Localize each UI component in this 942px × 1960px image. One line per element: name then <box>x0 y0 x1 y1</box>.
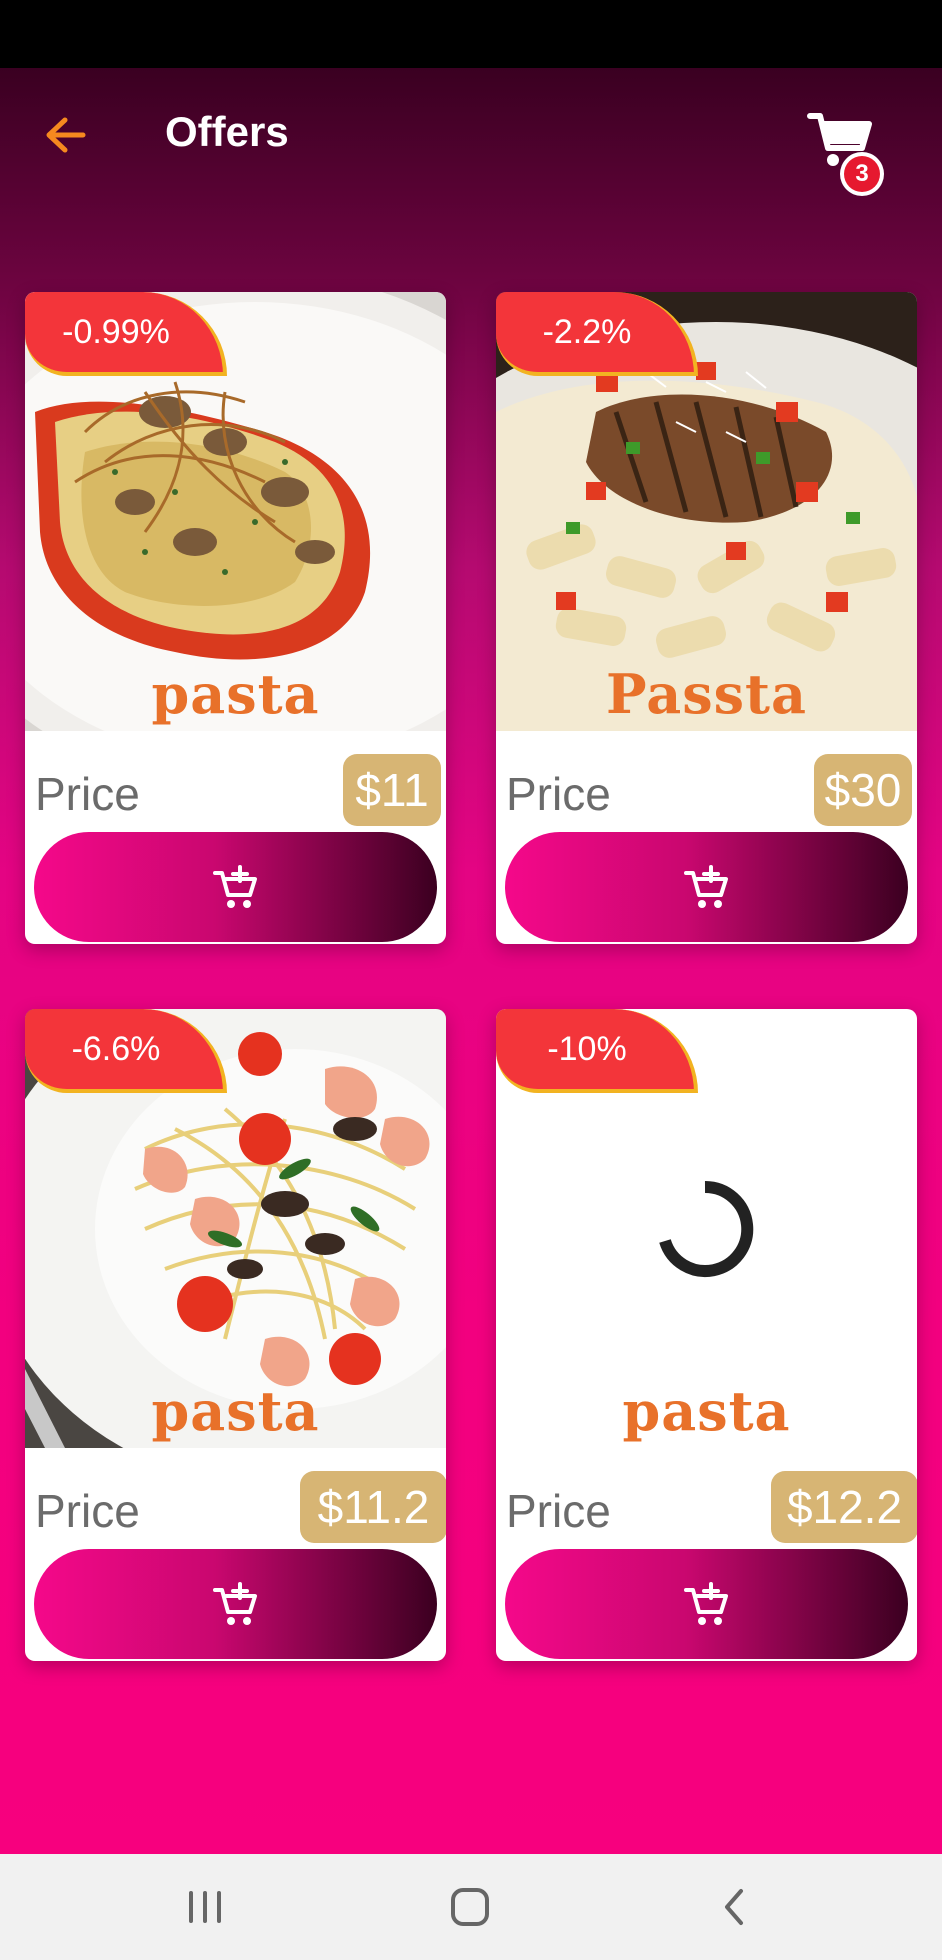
back-chevron-icon <box>725 1889 743 1925</box>
add-to-cart-icon <box>683 1582 728 1625</box>
add-to-cart-button[interactable] <box>34 832 437 942</box>
brand-label: Passta <box>606 662 807 726</box>
page-title: Offers <box>165 108 289 155</box>
add-to-cart-button[interactable] <box>505 1549 908 1659</box>
brand-label: pasta <box>151 662 320 726</box>
add-to-cart-icon <box>683 865 728 908</box>
price-label: Price <box>506 1485 611 1537</box>
price-label: Price <box>506 768 611 820</box>
cart-count: 3 <box>844 156 880 192</box>
home-button[interactable] <box>440 1882 500 1932</box>
price-value: $12.2 <box>771 1471 917 1543</box>
price-value: $11 <box>343 754 441 826</box>
brand-label: pasta <box>622 1379 791 1443</box>
price-value: $11.2 <box>300 1471 446 1543</box>
add-to-cart-button[interactable] <box>34 1549 437 1659</box>
loading-spinner <box>659 1180 754 1277</box>
offer-card[interactable]: -2.2% Passta Price $30 <box>496 292 917 944</box>
add-to-cart-icon <box>212 865 257 908</box>
status-bar <box>0 0 942 68</box>
price-label: Price <box>35 768 140 820</box>
recent-apps-button[interactable] <box>175 1882 235 1932</box>
system-navigation-bar <box>0 1854 942 1960</box>
offer-card[interactable]: -6.6% pasta Price $11.2 <box>25 1009 446 1661</box>
offers-screen: Offers 3 -0.99% pasta Price $11 -2.2% Pa… <box>0 68 942 1854</box>
brand-label: pasta <box>151 1379 320 1443</box>
offer-card[interactable]: -0.99% pasta Price $11 <box>25 292 446 944</box>
price-label: Price <box>35 1485 140 1537</box>
arrow-left-icon <box>46 117 86 153</box>
offer-card[interactable]: -10% pasta Price $12.2 <box>496 1009 917 1661</box>
price-value: $30 <box>814 754 912 826</box>
system-back-button[interactable] <box>704 1882 764 1932</box>
add-to-cart-icon <box>212 1582 257 1625</box>
add-to-cart-button[interactable] <box>505 832 908 942</box>
cart-count-badge: 3 <box>840 152 884 196</box>
home-icon <box>451 1888 489 1926</box>
back-button[interactable] <box>36 106 94 164</box>
app-header: Offers 3 <box>0 68 942 198</box>
recent-apps-icon <box>189 1891 221 1923</box>
